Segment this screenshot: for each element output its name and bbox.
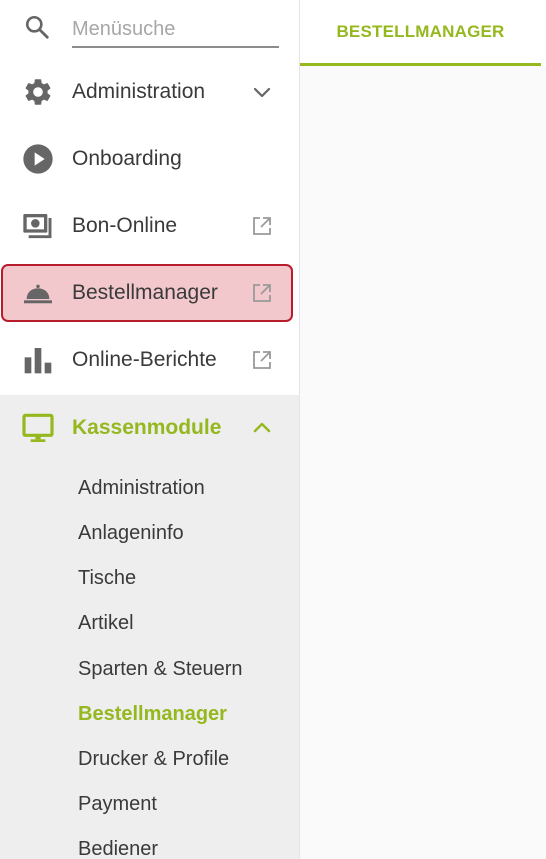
cloche-icon [24, 284, 52, 304]
sidebar: Administration Onboarding Bon-Online [0, 0, 300, 859]
search-row [0, 0, 300, 60]
sidebar-item-label: Bon-Online [72, 214, 178, 237]
external-link-icon[interactable] [250, 281, 274, 305]
content-area [300, 66, 546, 859]
submenu-item-sparten-steuern[interactable]: Sparten & Steuern [78, 657, 243, 681]
sidebar-item-onboarding[interactable]: Onboarding [0, 126, 300, 192]
sidebar-item-online-berichte[interactable]: Online-Berichte [0, 327, 300, 393]
external-link-icon[interactable] [250, 214, 274, 238]
play-circle-icon [23, 144, 53, 174]
submenu-item-drucker-profile[interactable]: Drucker & Profile [78, 747, 229, 771]
external-link-icon[interactable] [250, 348, 274, 372]
submenu-item-administration[interactable]: Administration [78, 476, 205, 500]
search-input[interactable] [72, 12, 279, 48]
search-icon[interactable] [24, 14, 50, 40]
submenu-item-artikel[interactable]: Artikel [78, 611, 134, 635]
tab-bestellmanager[interactable]: BESTELLMANAGER [300, 0, 541, 66]
chevron-up-icon[interactable] [250, 416, 274, 440]
sidebar-item-kassenmodule[interactable]: Kassenmodule [0, 395, 300, 461]
submenu-item-bestellmanager[interactable]: Bestellmanager [78, 702, 227, 726]
app-window: Administration Onboarding Bon-Online [0, 0, 546, 859]
submenu-item-payment[interactable]: Payment [78, 792, 157, 816]
sidebar-item-bon-online[interactable]: Bon-Online [0, 193, 300, 259]
submenu-item-anlageninfo[interactable]: Anlageninfo [78, 521, 184, 545]
sidebar-item-bestellmanager[interactable]: Bestellmanager [0, 260, 300, 326]
sidebar-item-label: Onboarding [72, 147, 182, 170]
monitor-icon [22, 413, 54, 442]
bar-chart-icon [24, 348, 52, 374]
tab-label: BESTELLMANAGER [336, 22, 505, 41]
main-content: BESTELLMANAGER [300, 0, 546, 859]
receipt-money-icon [23, 214, 52, 239]
sidebar-item-label: Administration [72, 80, 206, 103]
sidebar-item-label: Bestellmanager [72, 281, 218, 304]
chevron-down-icon[interactable] [250, 80, 274, 104]
sidebar-item-label: Online-Berichte [72, 348, 217, 371]
submenu-item-tische[interactable]: Tische [78, 566, 136, 590]
sidebar-item-administration[interactable]: Administration [0, 59, 300, 125]
sidebar-item-label: Kassenmodule [72, 416, 222, 439]
kassenmodule-section [0, 395, 299, 859]
submenu-item-bediener[interactable]: Bediener [78, 837, 158, 859]
gear-icon [25, 79, 51, 105]
